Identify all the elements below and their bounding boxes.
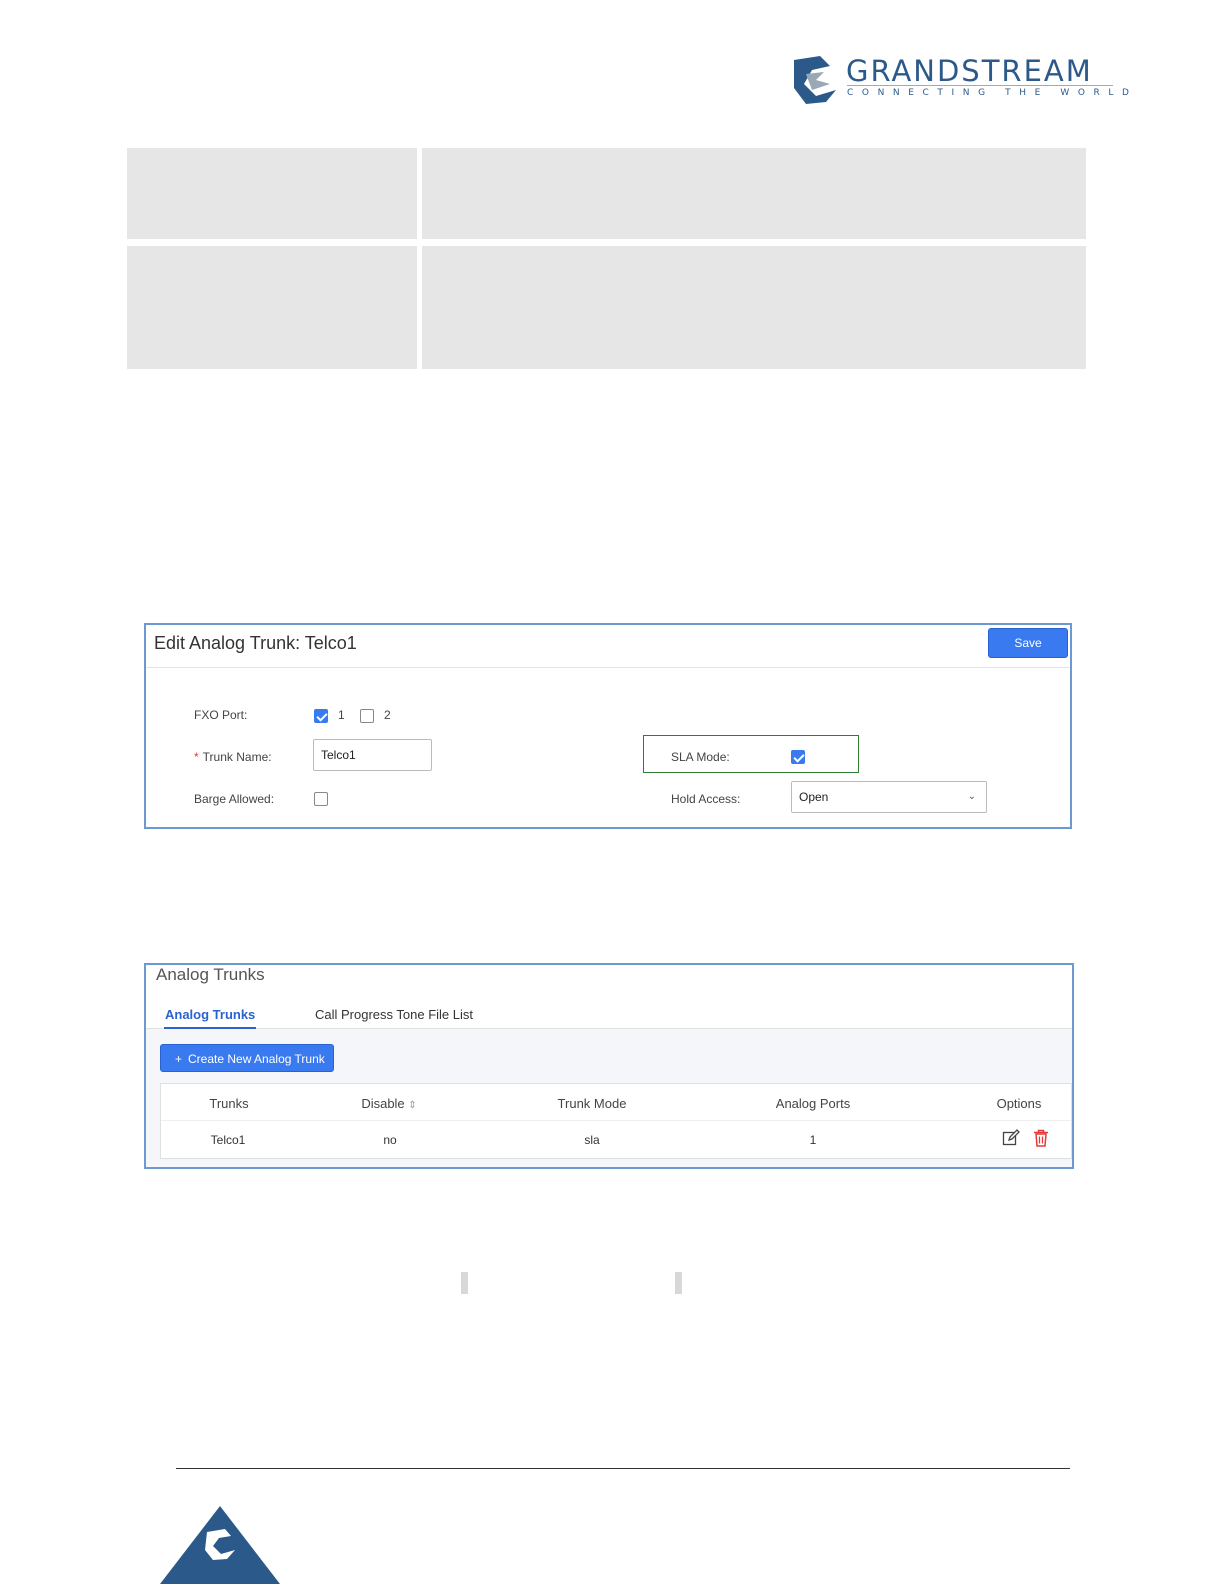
header-divider [161, 1120, 1071, 1121]
tab-call-progress-tone-file-list[interactable]: Call Progress Tone File List [315, 1007, 473, 1022]
fxo-port-label: FXO Port: [194, 708, 248, 722]
table-cell [422, 246, 1086, 369]
gray-mark [461, 1272, 468, 1294]
brand-tagline: CONNECTING THE WORLD [847, 88, 1138, 98]
hold-access-label: Hold Access: [671, 792, 741, 806]
divider [146, 667, 1070, 668]
column-header-trunks: Trunks [209, 1096, 249, 1111]
cell-analog-ports: 1 [809, 1133, 817, 1147]
save-button[interactable]: Save [988, 628, 1068, 658]
barge-allowed-label: Barge Allowed: [194, 792, 275, 806]
cell-trunks: Telco1 [210, 1133, 246, 1147]
sla-mode-checkbox[interactable] [791, 750, 805, 764]
trunks-table: Trunks Disable ⇕ Trunk Mode Analog Ports… [160, 1083, 1072, 1159]
create-button-label: Create New Analog Trunk [188, 1052, 325, 1066]
logo-divider [847, 85, 1113, 86]
plus-icon: + [175, 1052, 183, 1066]
tab-analog-trunks[interactable]: Analog Trunks [165, 1007, 255, 1022]
table-cell [127, 148, 417, 239]
fxo-port-1-checkbox[interactable] [314, 709, 328, 723]
table-cell [422, 148, 1086, 239]
panel-title: Analog Trunks [156, 965, 265, 984]
fxo-port-1-label: 1 [338, 708, 345, 722]
cell-trunk-mode: sla [584, 1133, 600, 1147]
dialog-title: Edit Analog Trunk: Telco1 [154, 633, 357, 653]
cell-disable: no [383, 1133, 397, 1147]
create-new-analog-trunk-button[interactable]: + Create New Analog Trunk [160, 1044, 334, 1072]
trunk-name-input[interactable]: Telco1 [313, 739, 432, 771]
delete-icon[interactable] [1033, 1129, 1049, 1147]
grandstream-footer-logo-icon [160, 1506, 280, 1584]
chevron-down-icon: ⌄ [967, 791, 976, 802]
grandstream-logo: GRANDSTREAM CONNECTING THE WORLD [790, 52, 1129, 108]
grandstream-emblem-icon [794, 56, 836, 104]
sla-mode-label: SLA Mode: [671, 750, 730, 764]
sort-icon[interactable]: ⇕ [408, 1100, 416, 1111]
barge-allowed-checkbox[interactable] [314, 792, 328, 806]
table-cell [127, 246, 417, 369]
fxo-port-2-checkbox[interactable] [360, 709, 374, 723]
column-header-disable[interactable]: Disable ⇕ [361, 1096, 416, 1111]
brand-wordmark: GRANDSTREAM [846, 54, 1093, 88]
edit-analog-trunk-panel: Edit Analog Trunk: Telco1 Save FXO Port:… [144, 623, 1072, 829]
column-header-trunk-mode: Trunk Mode [557, 1096, 627, 1111]
hold-access-value: Open [799, 790, 829, 804]
fxo-port-2-label: 2 [384, 708, 391, 722]
hold-access-select[interactable]: Open ⌄ [791, 781, 987, 813]
trunk-name-label: * Trunk Name: [194, 750, 272, 764]
analog-trunks-panel: Analog Trunks Analog Trunks Call Progres… [144, 963, 1074, 1169]
gray-mark [675, 1272, 682, 1294]
column-header-analog-ports: Analog Ports [775, 1096, 851, 1111]
footer-divider [176, 1468, 1070, 1469]
column-header-options: Options [996, 1096, 1042, 1111]
required-marker: * [194, 750, 199, 764]
edit-icon[interactable] [1002, 1129, 1020, 1147]
